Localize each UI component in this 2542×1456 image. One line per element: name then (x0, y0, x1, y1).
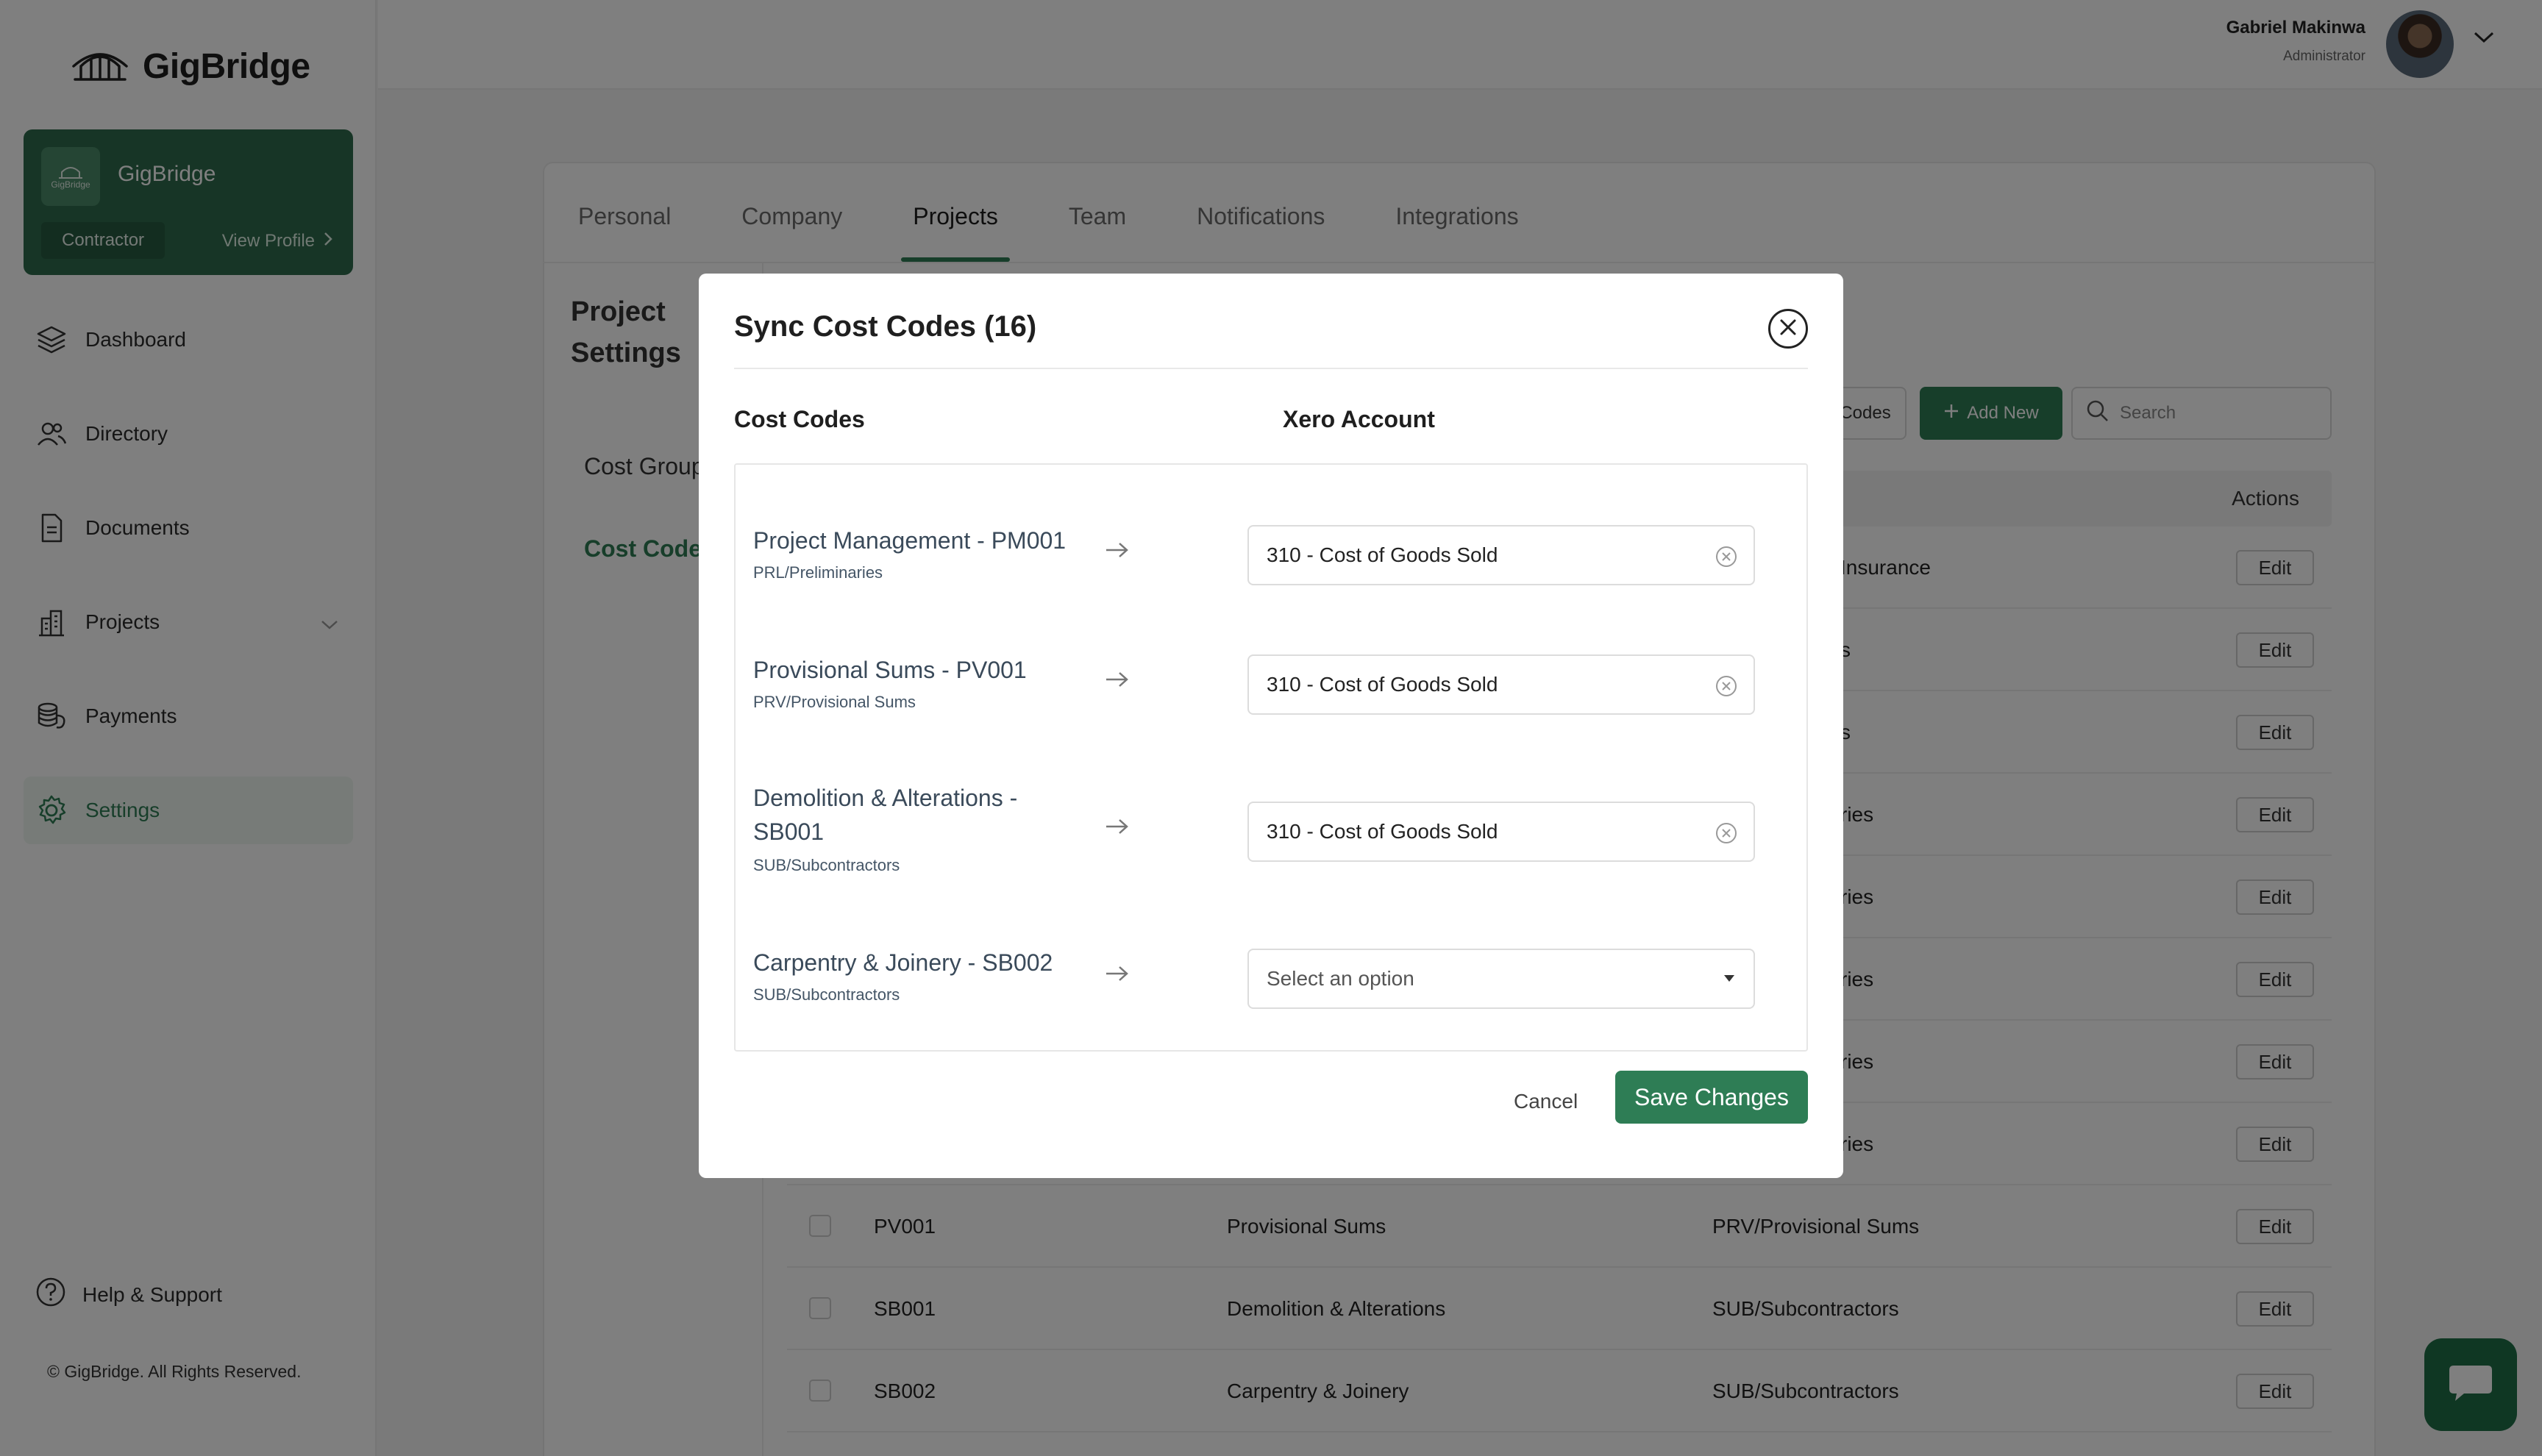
save-changes-button[interactable]: Save Changes (1615, 1071, 1808, 1124)
close-icon (1779, 318, 1798, 340)
selected-account: 310 - Cost of Goods Sold (1267, 820, 1498, 843)
xero-account-select[interactable]: Select an option (1247, 949, 1755, 1009)
cost-code-group: PRL/Preliminaries (753, 563, 883, 582)
xero-account-select[interactable]: 310 - Cost of Goods Sold (1247, 654, 1755, 715)
clear-selection-icon[interactable] (1714, 544, 1739, 574)
cost-code-name: Demolition & Alterations - SB001 (753, 785, 1018, 845)
selected-account: 310 - Cost of Goods Sold (1267, 543, 1498, 566)
xero-account-column-header: Xero Account (1283, 406, 1435, 432)
cost-codes-column-header: Cost Codes (734, 406, 865, 432)
dialog-divider (734, 368, 1808, 369)
sync-cost-codes-dialog: Sync Cost Codes (16) Cost Codes Xero Acc… (699, 274, 1843, 1178)
xero-account-select[interactable]: 310 - Cost of Goods Sold (1247, 525, 1755, 585)
arrow-right-icon (1105, 965, 1130, 986)
clear-selection-icon[interactable] (1714, 821, 1739, 851)
cost-code-name: Provisional Sums - PV001 (753, 657, 1027, 683)
arrow-right-icon (1105, 818, 1130, 839)
cost-code-group: PRV/Provisional Sums (753, 693, 916, 711)
arrow-right-icon (1105, 671, 1130, 692)
clear-selection-icon[interactable] (1714, 674, 1739, 704)
cost-code-name: Carpentry & Joinery - SB002 (753, 949, 1053, 976)
xero-account-select[interactable]: 310 - Cost of Goods Sold (1247, 802, 1755, 862)
cost-code-group: SUB/Subcontractors (753, 856, 900, 874)
select-placeholder: Select an option (1267, 967, 1414, 990)
mapping-list[interactable]: Project Management - PM001 PRL/Prelimina… (734, 463, 1808, 1052)
cost-code-name: Project Management - PM001 (753, 527, 1067, 554)
dialog-title: Sync Cost Codes (16) (734, 310, 1037, 343)
cancel-button[interactable]: Cancel (1508, 1082, 1584, 1121)
cost-code-group: SUB/Subcontractors (753, 985, 900, 1004)
selected-account: 310 - Cost of Goods Sold (1267, 673, 1498, 696)
caret-down-icon (1724, 975, 1734, 982)
arrow-right-icon (1105, 541, 1130, 563)
close-button[interactable] (1768, 309, 1808, 349)
